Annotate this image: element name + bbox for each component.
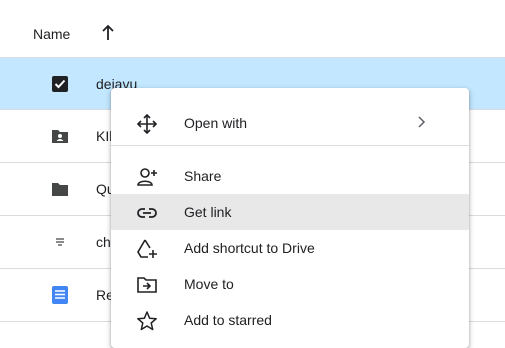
- move-to-icon: [137, 277, 157, 293]
- star-icon: [137, 311, 157, 331]
- menu-divider: [111, 145, 469, 146]
- add-shortcut-icon: [137, 239, 157, 258]
- text-file-icon: [56, 238, 64, 246]
- menu-item-label: Share: [184, 168, 222, 184]
- link-icon: [137, 208, 157, 218]
- menu-item-label: Get link: [184, 204, 232, 220]
- menu-item-label: Open with: [184, 115, 248, 131]
- folder-icon: [52, 183, 68, 196]
- chevron-right-icon: [418, 116, 426, 128]
- file-name: ch: [96, 234, 111, 250]
- menu-item-label: Move to: [184, 276, 234, 292]
- shared-folder-icon: [52, 130, 68, 143]
- arrow-up-icon[interactable]: [100, 24, 116, 42]
- checkbox-checked-icon[interactable]: [51, 75, 69, 93]
- menu-item-label: Add shortcut to Drive: [184, 240, 315, 256]
- menu-item-label: Add to starred: [184, 312, 272, 328]
- menu-item-move-to[interactable]: Move to: [111, 266, 469, 302]
- file-name: KIl: [96, 128, 113, 144]
- docs-icon: [52, 286, 68, 304]
- context-menu: Open with Share Get link Add shortcut to…: [111, 88, 469, 348]
- menu-item-open-with[interactable]: Open with: [111, 105, 469, 141]
- name-column-header[interactable]: Name: [33, 26, 70, 42]
- menu-item-add-to-starred[interactable]: Add to starred: [111, 302, 469, 338]
- share-icon: [137, 168, 157, 186]
- menu-item-share[interactable]: Share: [111, 158, 469, 194]
- list-header: Name: [0, 0, 505, 57]
- open-with-icon: [136, 113, 158, 135]
- menu-item-get-link[interactable]: Get link: [111, 194, 469, 230]
- menu-item-add-shortcut[interactable]: Add shortcut to Drive: [111, 230, 469, 266]
